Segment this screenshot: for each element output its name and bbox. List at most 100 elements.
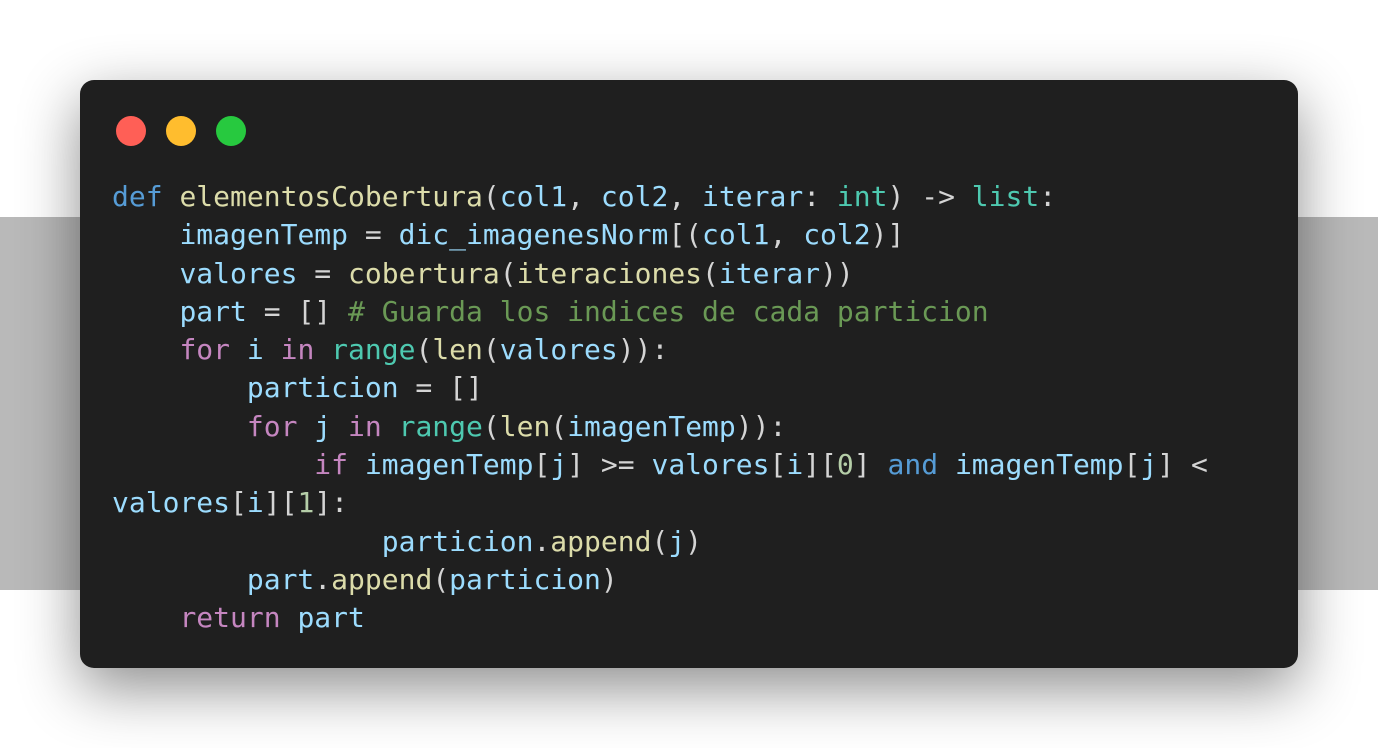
code-token: [ [533, 448, 551, 482]
code-token: for [179, 333, 231, 367]
code-token: )): [735, 409, 787, 443]
code-token: [( [668, 218, 703, 252]
code-token: ]: [314, 486, 349, 520]
code-token: dic_imagenesNorm [398, 218, 669, 252]
code-token: ) -> [887, 180, 972, 213]
code-token: return [179, 601, 281, 635]
code-token: : [803, 180, 837, 213]
code-token: : [1039, 180, 1057, 213]
code-block: def elementosCobertura(col1, col2, itera… [112, 178, 1208, 638]
code-token: j [668, 524, 686, 558]
code-token: particion [246, 371, 399, 405]
code-line: imagenTemp = dic_imagenesNorm[(col1, col… [112, 216, 1208, 254]
code-token: append [331, 562, 433, 596]
code-token: int [836, 180, 888, 213]
code-line: particion = [] [112, 369, 1208, 407]
close-dot-icon [116, 116, 146, 146]
code-token: ][ [263, 486, 298, 520]
code-token: and [887, 448, 939, 482]
code-token: i [246, 333, 264, 367]
code-token: list [971, 180, 1040, 213]
code-token: len [432, 333, 483, 367]
code-line: if imagenTemp[j] >= valores[i][0] and im… [112, 446, 1208, 484]
code-line: part.append(particion) [112, 561, 1208, 599]
code-token: imagenTemp [954, 448, 1124, 482]
code-line: return part [112, 599, 1208, 637]
code-token: iterar [702, 180, 804, 213]
code-line: valores[i][1]: [112, 484, 1208, 522]
code-token: ( [482, 333, 500, 367]
code-token: particion [449, 562, 601, 596]
code-token: j [1140, 448, 1158, 482]
code-token: # Guarda los indices de cada particion [348, 294, 989, 328]
code-token: col2 [600, 180, 669, 213]
code-token: iterar [718, 256, 821, 290]
code-token: ( [432, 562, 450, 596]
code-token: cobertura [348, 256, 500, 290]
code-token: ( [550, 409, 568, 443]
maximize-dot-icon [216, 116, 246, 146]
code-token: imagenTemp [179, 218, 349, 252]
code-token: ( [499, 256, 517, 290]
code-token: iteraciones [516, 256, 703, 290]
code-token: valores [651, 448, 770, 482]
code-token: in [280, 333, 315, 367]
code-token: ] >= [567, 448, 652, 482]
code-line: valores = cobertura(iteraciones(iterar)) [112, 255, 1208, 293]
code-window: def elementosCobertura(col1, col2, itera… [80, 80, 1298, 668]
code-token: append [550, 524, 652, 558]
code-token: in [348, 409, 382, 443]
code-token: range [331, 333, 416, 367]
code-token: j [550, 448, 568, 482]
code-token: ( [415, 333, 433, 367]
code-line: particion.append(j) [112, 523, 1208, 561]
code-token: len [499, 409, 551, 443]
code-token: part [246, 562, 315, 596]
code-token: j [314, 409, 332, 443]
code-token: [ [769, 448, 787, 482]
code-token: ) [685, 524, 703, 558]
code-line: for i in range(len(valores)): [112, 331, 1208, 369]
code-token: ] < [1157, 448, 1208, 482]
code-token: ( [651, 524, 669, 558]
code-token: col2 [803, 218, 871, 252]
code-token: col1 [702, 218, 770, 252]
code-token: 1 [297, 486, 315, 520]
code-token: )) [820, 256, 854, 290]
code-token: imagenTemp [364, 448, 534, 482]
code-token: [ [1123, 448, 1141, 482]
minimize-dot-icon [166, 116, 196, 146]
code-token: = [] [246, 294, 349, 328]
code-line: part = [] # Guarda los indices de cada p… [112, 293, 1208, 331]
code-token: part [179, 294, 247, 328]
code-token: part [297, 601, 365, 635]
code-token: i [246, 486, 264, 520]
code-token: ][ [803, 448, 837, 482]
code-token: imagenTemp [567, 409, 736, 443]
code-token: [ [230, 486, 247, 520]
code-token: ( [482, 180, 500, 213]
code-token: i [786, 448, 804, 482]
code-token: if [314, 448, 349, 482]
code-token: . [314, 562, 332, 596]
code-token: valores [499, 333, 618, 367]
code-token: valores [179, 256, 298, 290]
